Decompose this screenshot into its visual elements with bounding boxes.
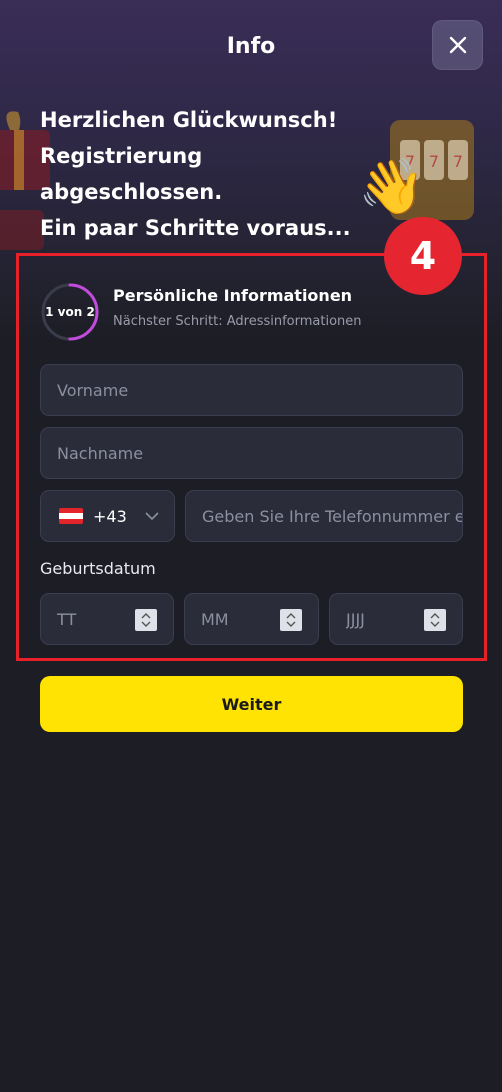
headline: Herzlichen Glückwunsch! Registrierung ab… xyxy=(40,102,380,246)
month-stepper[interactable] xyxy=(280,609,302,631)
birth-month-field[interactable] xyxy=(184,593,319,645)
birth-day-input[interactable] xyxy=(57,609,127,629)
svg-text:7: 7 xyxy=(453,152,463,171)
birthdate-label: Geburtsdatum xyxy=(40,559,156,578)
step-subtitle: Nächster Schritt: Adressinformationen xyxy=(113,314,362,329)
headline-line-2: Registrierung xyxy=(40,144,203,168)
stepper-arrows-icon xyxy=(141,613,151,627)
headline-line-1: Herzlichen Glückwunsch! xyxy=(40,108,338,132)
phone-field[interactable] xyxy=(185,490,463,542)
birth-year-input[interactable] xyxy=(346,609,416,629)
birth-month-input[interactable] xyxy=(201,609,271,629)
progress-label: 1 von 2 xyxy=(45,305,95,319)
svg-text:7: 7 xyxy=(429,152,439,171)
austria-flag-icon xyxy=(59,508,83,524)
country-code-select[interactable]: +43 xyxy=(40,490,175,542)
first-name-input[interactable] xyxy=(57,380,462,400)
phone-input[interactable] xyxy=(202,506,462,526)
annotation-step-badge: 4 xyxy=(384,217,462,295)
chevron-down-icon xyxy=(145,511,159,520)
close-button[interactable] xyxy=(432,20,483,70)
page-title: Info xyxy=(226,34,276,59)
birth-year-field[interactable] xyxy=(329,593,463,645)
stepper-arrows-icon xyxy=(286,613,296,627)
year-stepper[interactable] xyxy=(424,609,446,631)
next-button[interactable]: Weiter xyxy=(40,676,463,732)
close-icon xyxy=(449,36,466,54)
birth-day-field[interactable] xyxy=(40,593,174,645)
last-name-field[interactable] xyxy=(40,427,463,479)
headline-line-3: abgeschlossen. xyxy=(40,180,223,204)
country-code-value: +43 xyxy=(93,506,127,526)
last-name-input[interactable] xyxy=(57,443,462,463)
first-name-field[interactable] xyxy=(40,364,463,416)
stepper-arrows-icon xyxy=(430,613,440,627)
step-title: Persönliche Informationen xyxy=(113,286,353,305)
day-stepper[interactable] xyxy=(135,609,157,631)
headline-line-4: Ein paar Schritte voraus... xyxy=(40,216,351,240)
